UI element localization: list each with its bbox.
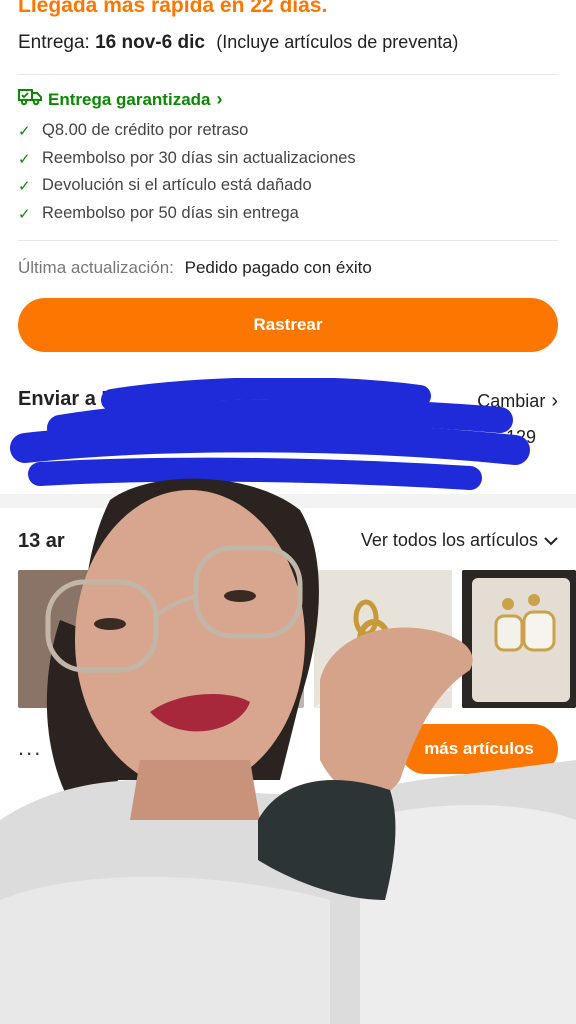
person-video-overlay <box>0 478 576 1024</box>
